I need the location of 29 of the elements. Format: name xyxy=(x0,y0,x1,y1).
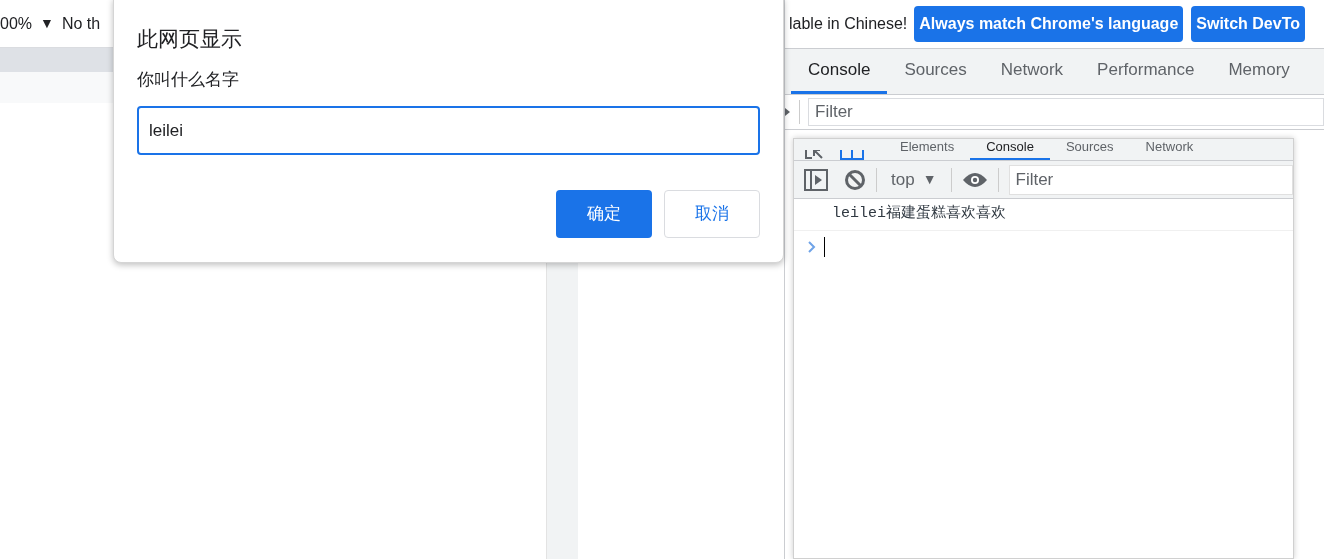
dialog-title: 此网页显示 xyxy=(137,26,243,52)
devtools-tab[interactable]: Network xyxy=(1129,140,1210,160)
context-dropdown[interactable]: top ▼ xyxy=(887,166,941,193)
devtools-tab[interactable]: Performance xyxy=(1080,49,1212,94)
infobar-button[interactable]: Switch DevTo xyxy=(1191,6,1305,42)
language-notice: lable in Chinese! xyxy=(789,14,908,34)
filter-field[interactable]: Filter xyxy=(1008,164,1293,195)
devtools-tab[interactable]: Network xyxy=(983,49,1081,94)
filter-field[interactable]: Filter xyxy=(808,98,1324,126)
console-log-line: leilei福建蛋糕喜欢喜欢 xyxy=(794,199,1293,231)
infobar-button[interactable]: Always match Chrome's language xyxy=(914,6,1184,42)
ok-button[interactable]: 确定 xyxy=(556,190,652,238)
text-cursor xyxy=(824,236,825,257)
cancel-button[interactable]: 取消 xyxy=(664,190,760,238)
name-input-field[interactable]: leilei xyxy=(137,106,760,155)
clear-console-icon[interactable] xyxy=(844,168,866,191)
sidebar-icon[interactable] xyxy=(804,168,828,191)
eye-icon[interactable] xyxy=(961,171,988,188)
zoom-level[interactable]: 00% xyxy=(0,11,33,36)
devtools-tab[interactable]: Console xyxy=(791,49,888,94)
devtools-tab[interactable]: Elements xyxy=(884,140,971,160)
throttle-label[interactable]: No th xyxy=(61,11,101,36)
caret-icon[interactable]: ▼ xyxy=(40,13,54,34)
devtools-tab[interactable]: Memory xyxy=(1211,49,1307,94)
devtools-tab[interactable]: Sources xyxy=(1049,140,1130,160)
device-toolbar-icon[interactable] xyxy=(840,150,864,160)
prompt-chevron-icon xyxy=(808,240,816,253)
devtools-tab[interactable]: Sources xyxy=(887,49,984,94)
dialog-message: 你叫什么名字 xyxy=(137,68,240,91)
